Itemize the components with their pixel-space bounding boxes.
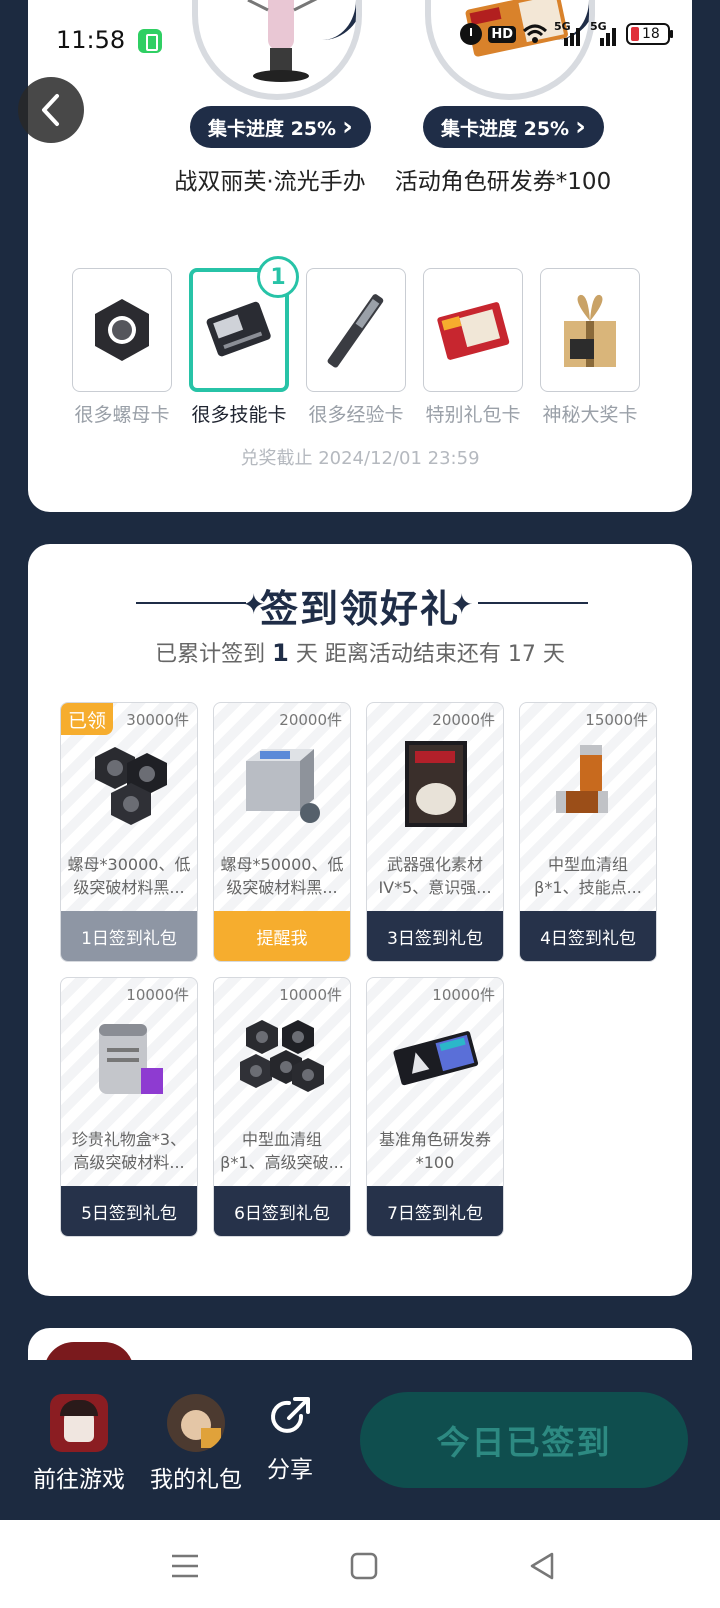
gift-stock: 20000件 xyxy=(432,711,495,729)
gift-description: 螺母*30000、低级突破材料黑... xyxy=(67,855,191,897)
signin-gift-grid: 已领 30000件 螺母*30000、低级突破材料黑... 1日签到礼包 200… xyxy=(60,702,660,1237)
signin-gift-day-3[interactable]: 20000件 武器强化素材IV*5、意识强... 3日签到礼包 xyxy=(366,702,504,962)
signin-gift-day-5[interactable]: 10000件 珍贵礼物盒*3、高级突破材料... 5日签到礼包 xyxy=(60,977,198,1237)
gift-stock: 10000件 xyxy=(432,986,495,1004)
gift-stock: 30000件 xyxy=(126,711,189,729)
wifi-icon xyxy=(522,24,548,43)
gift-description: 中型血清组β*1、技能点... xyxy=(534,855,642,897)
collection-progress-button[interactable]: 集卡进度 25% › xyxy=(190,106,371,148)
chevron-right-icon: › xyxy=(342,112,353,142)
battery-icon: 18 xyxy=(626,23,673,45)
reward-count-badge: 1 xyxy=(257,256,299,298)
menu-icon[interactable] xyxy=(168,1548,204,1584)
nuts-pile-image xyxy=(238,1014,328,1104)
reward-card-skill[interactable]: 1 很多技能卡 xyxy=(189,256,299,427)
gift-day-label[interactable]: 3日签到礼包 xyxy=(367,911,503,961)
hd-indicator: HD xyxy=(488,25,516,43)
skill-chip-icon xyxy=(206,301,271,357)
signin-panel: ✦ 签到领好礼 ✦ 已累计签到 1 天 距离活动结束还有 17 天 已领 300… xyxy=(28,544,692,1296)
signin-gift-day-4[interactable]: 15000件 中型血清组β*1、技能点... 4日签到礼包 xyxy=(519,702,657,962)
gift-box-image xyxy=(85,1014,175,1104)
reward-card-gift-pack[interactable]: 特别礼包卡 xyxy=(423,268,523,427)
signin-gift-day-6[interactable]: 10000件 中型血清组β*1、高级突破... 6日签到礼包 xyxy=(213,977,351,1237)
gift-stock: 10000件 xyxy=(279,986,342,1004)
go-to-game-button[interactable]: 前往游戏 xyxy=(30,1394,128,1494)
supply-box-image xyxy=(238,739,328,829)
collection-progress-button[interactable]: 集卡进度 25% › xyxy=(423,106,604,148)
gift-day-label[interactable]: 1日签到礼包 xyxy=(61,911,197,961)
reward-card-exp[interactable]: 很多经验卡 xyxy=(306,268,406,427)
back-button[interactable] xyxy=(18,77,84,143)
chevron-right-icon: › xyxy=(575,112,586,142)
signed-today-button[interactable]: 今日已签到 xyxy=(360,1392,688,1488)
signin-progress-text: 已累计签到 1 天 距离活动结束还有 17 天 xyxy=(155,639,565,667)
signin-title: 签到领好礼 xyxy=(259,587,460,631)
signal-5g-icon-2: 5G xyxy=(590,20,620,46)
redeem-deadline: 兑奖截止 2024/12/01 23:59 xyxy=(240,448,480,469)
game-app-icon xyxy=(50,1394,108,1452)
title-decor-line-right xyxy=(478,602,588,604)
share-icon xyxy=(271,1397,310,1433)
prize-name: 活动角色研发券*100 xyxy=(394,169,612,195)
signin-gift-day-2[interactable]: 20000件 螺母*50000、低级突破材料黑... 提醒我 xyxy=(213,702,351,962)
signin-gift-day-7[interactable]: 10000件 基准角色研发券*100 7日签到礼包 xyxy=(366,977,504,1237)
remind-me-button[interactable]: 提醒我 xyxy=(214,911,350,961)
research-ticket-image xyxy=(391,1014,481,1104)
gift-stock: 15000件 xyxy=(585,711,648,729)
weapon-material-image xyxy=(391,739,481,829)
gift-day-label[interactable]: 4日签到礼包 xyxy=(520,911,656,961)
gift-description: 螺母*50000、低级突破材料黑... xyxy=(220,855,344,897)
gift-day-label[interactable]: 7日签到礼包 xyxy=(367,1186,503,1236)
sparkle-icon: ✦ xyxy=(450,588,474,621)
share-button[interactable]: 分享 xyxy=(262,1394,318,1484)
gift-description: 中型血清组β*1、高级突破... xyxy=(220,1130,344,1172)
bottom-action-bar: 前往游戏 我的礼包 分享 今日已签到 xyxy=(0,1360,720,1520)
status-indicators: HD 5G 5G 18 xyxy=(460,20,673,46)
signin-gift-day-1[interactable]: 已领 30000件 螺母*30000、低级突破材料黑... 1日签到礼包 xyxy=(60,702,198,962)
my-gifts-avatar-icon xyxy=(167,1394,225,1452)
gift-stock: 10000件 xyxy=(126,986,189,1004)
my-gifts-button[interactable]: 我的礼包 xyxy=(148,1394,244,1494)
nut-icon xyxy=(95,299,149,361)
gift-day-label[interactable]: 6日签到礼包 xyxy=(214,1186,350,1236)
serum-image xyxy=(544,739,634,829)
chevron-left-icon xyxy=(42,94,59,126)
reward-card-mystery[interactable]: 神秘大奖卡 xyxy=(540,268,640,427)
system-nav-bar xyxy=(0,1520,720,1608)
exp-stick-icon xyxy=(327,294,384,368)
gift-day-label[interactable]: 5日签到礼包 xyxy=(61,1186,197,1236)
status-time: 11:58 xyxy=(56,26,126,54)
gift-description: 武器强化素材IV*5、意识强... xyxy=(378,855,492,897)
gift-envelope-icon xyxy=(437,302,510,360)
back-nav-icon[interactable] xyxy=(524,1548,560,1584)
gift-description: 基准角色研发券*100 xyxy=(378,1130,491,1172)
reward-card-list: 很多螺母卡 1 很多技能卡 很多经验卡 特别礼包卡 神秘大奖卡 xyxy=(72,256,640,427)
claimed-badge: 已领 xyxy=(61,703,113,735)
prize-name: 战双丽芙·流光手办 xyxy=(174,169,366,195)
nuts-image xyxy=(85,739,175,829)
alarm-icon xyxy=(460,23,483,45)
gift-description: 珍贵礼物盒*3、高级突破材料... xyxy=(71,1130,187,1172)
home-icon[interactable] xyxy=(346,1548,382,1584)
gift-stock: 20000件 xyxy=(279,711,342,729)
signal-5g-icon: 5G xyxy=(554,20,584,46)
battery-level: 18 xyxy=(642,26,660,42)
reward-card-nuts[interactable]: 很多螺母卡 xyxy=(72,268,172,427)
status-bar: 11:58 HD 5G 5G 18 xyxy=(0,0,720,84)
mystery-gift-icon xyxy=(564,294,616,367)
battery-saver-icon xyxy=(138,29,162,53)
